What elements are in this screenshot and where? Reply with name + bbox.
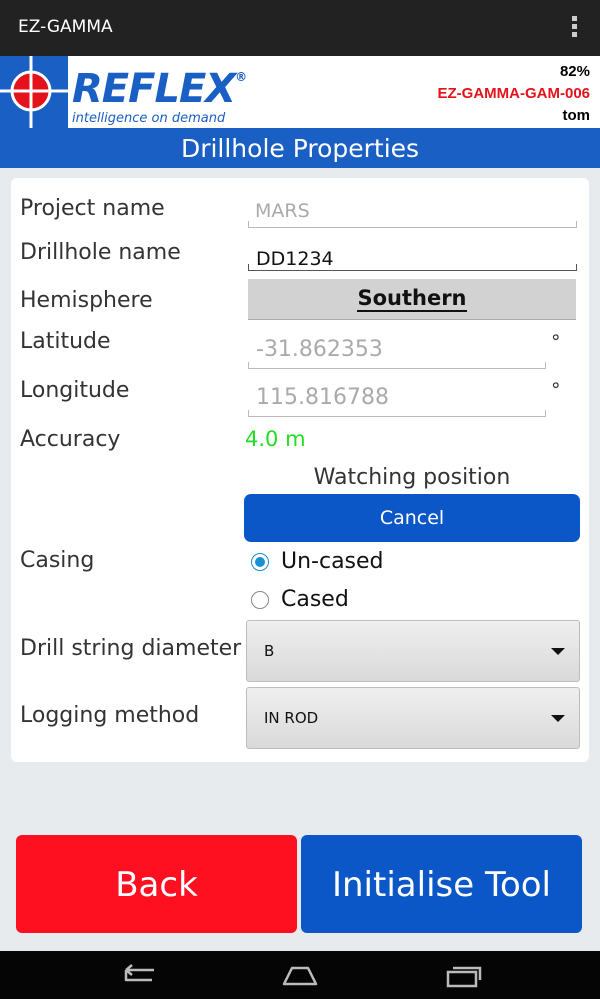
caret-down-icon <box>551 648 565 655</box>
navigation-bar <box>0 951 600 999</box>
position-status: Watching position <box>313 465 511 490</box>
project-name-label: Project name <box>20 196 165 221</box>
caret-down-icon <box>551 715 565 722</box>
back-icon[interactable] <box>118 964 158 986</box>
hemisphere-value: Southern <box>357 286 467 312</box>
hemisphere-label: Hemisphere <box>20 288 153 313</box>
drillhole-name-label: Drillhole name <box>20 240 181 265</box>
cancel-button[interactable]: Cancel <box>244 494 580 542</box>
uncased-label[interactable]: Un-cased <box>281 549 384 574</box>
overflow-menu-icon[interactable] <box>572 16 578 40</box>
logging-method-label: Logging method <box>20 703 200 728</box>
drill-string-diameter-value: B <box>264 642 275 660</box>
back-button[interactable]: Back <box>16 835 297 933</box>
cased-label[interactable]: Cased <box>281 587 349 612</box>
app-bar: EZ-GAMMA <box>0 0 600 56</box>
user-name: tom <box>562 107 591 124</box>
longitude-degree-unit: ° <box>551 379 561 401</box>
drill-string-diameter-label: Drill string diameter <box>20 636 242 661</box>
logging-method-select[interactable]: IN ROD <box>246 687 580 749</box>
latitude-degree-unit: ° <box>551 331 561 353</box>
crosshair-logo-icon <box>0 56 68 128</box>
status-info: 82% EZ-GAMMA-GAM-006 tom <box>438 61 591 127</box>
battery-level: 82% <box>559 63 590 80</box>
accuracy-value: 4.0 m <box>245 427 306 451</box>
hemisphere-toggle[interactable]: Southern <box>248 279 576 320</box>
brand-logo: REFLEX® <box>72 66 247 112</box>
app-title: EZ-GAMMA <box>18 17 113 37</box>
page-title: Drillhole Properties <box>0 128 600 168</box>
longitude-input[interactable]: 115.816788 <box>256 385 389 410</box>
recents-icon[interactable] <box>446 964 482 988</box>
home-icon[interactable] <box>281 965 319 987</box>
initialise-tool-button[interactable]: Initialise Tool <box>301 835 582 933</box>
longitude-label: Longitude <box>20 378 130 403</box>
radio-uncased[interactable] <box>251 553 269 571</box>
logging-method-value: IN ROD <box>264 709 319 727</box>
radio-cased[interactable] <box>251 591 269 609</box>
project-name-input[interactable]: MARS <box>255 200 310 222</box>
brand-header: REFLEX® intelligence on demand 82% EZ-GA… <box>0 56 600 128</box>
trademark: ® <box>235 70 247 84</box>
tagline: intelligence on demand <box>72 111 226 126</box>
accuracy-label: Accuracy <box>20 427 121 452</box>
latitude-label: Latitude <box>20 329 111 354</box>
latitude-input[interactable]: -31.862353 <box>256 337 383 362</box>
drill-string-diameter-select[interactable]: B <box>246 620 580 682</box>
casing-label: Casing <box>20 548 95 573</box>
device-id: EZ-GAMMA-GAM-006 <box>437 85 591 102</box>
